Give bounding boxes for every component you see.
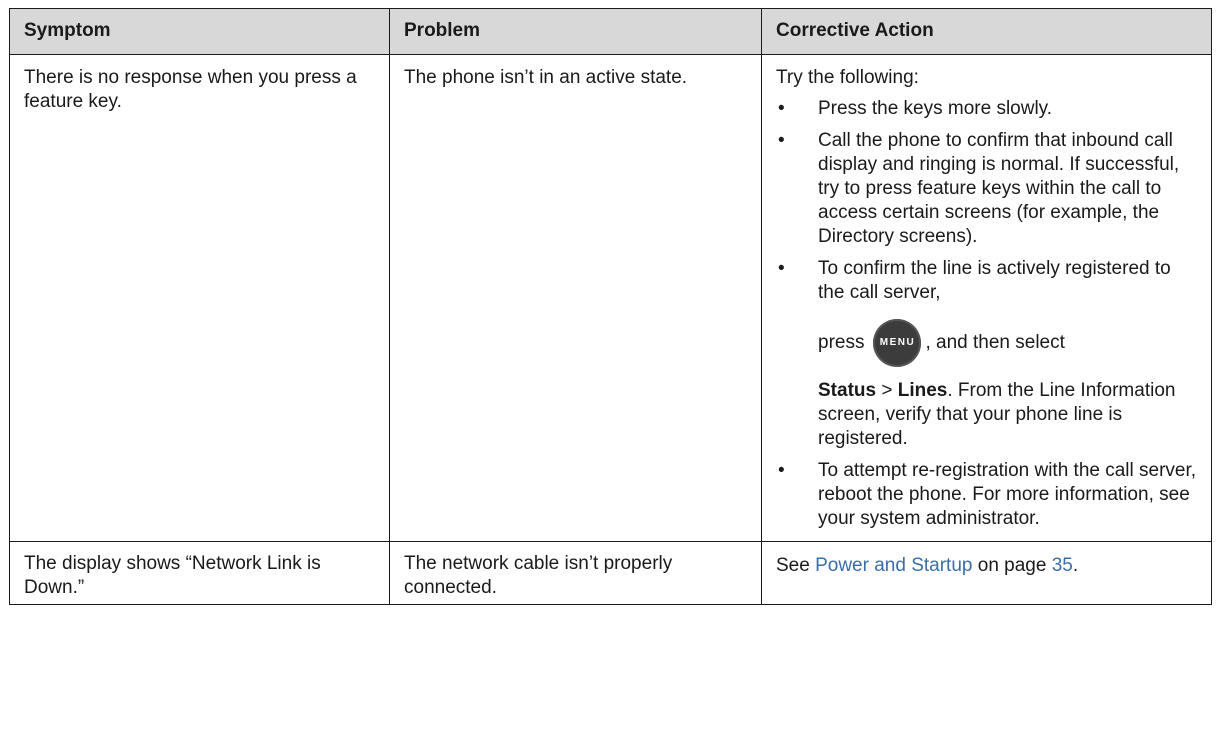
problem-cell: The network cable isn’t properly connect… [389, 541, 762, 605]
action-prefix: See [776, 555, 816, 576]
symptom-header: Symptom [9, 8, 390, 55]
bullet-icon: • [778, 258, 785, 279]
corrective-action-cell: See Power and Startup on page 35. [761, 541, 1212, 605]
action-item-text: To attempt re-registration with the call… [818, 460, 1197, 529]
press-suffix: , and then select [925, 332, 1065, 353]
lines-label: Lines [897, 380, 948, 401]
table-row: There is no response when you press a fe… [9, 54, 1212, 542]
corrective-action-header: Corrective Action [761, 8, 1212, 55]
menu-separator: > [876, 380, 898, 401]
list-item: • Press the keys more slowly. [776, 97, 1197, 121]
bullet-icon: • [778, 460, 785, 481]
list-item: • To confirm the line is actively regist… [776, 257, 1197, 451]
problem-header: Problem [389, 8, 762, 55]
problem-cell: The phone isn’t in an active state. [389, 54, 762, 542]
status-lines-instruction: Status > Lines. From the Line Informatio… [818, 379, 1197, 451]
symptom-cell: The display shows “Network Link is Down.… [9, 541, 390, 605]
corrective-action-cell: Try the following: • Press the keys more… [761, 54, 1212, 542]
symptom-cell: There is no response when you press a fe… [9, 54, 390, 542]
action-list: • Press the keys more slowly. • Call the… [776, 97, 1197, 531]
header-row: Symptom Problem Corrective Action [9, 8, 1212, 55]
bullet-icon: • [778, 130, 785, 151]
power-startup-link[interactable]: Power and Startup [815, 555, 972, 576]
action-item-text: Press the keys more slowly. [818, 98, 1053, 119]
action-intro: Try the following: [776, 67, 919, 88]
table-row: The display shows “Network Link is Down.… [9, 541, 1212, 605]
action-suffix: . [1072, 555, 1079, 576]
action-item-text: To confirm the line is actively register… [818, 258, 1171, 303]
list-item: • Call the phone to confirm that inbound… [776, 129, 1197, 249]
status-label: Status [818, 380, 877, 401]
action-middle: on page [972, 555, 1052, 576]
page-number-link[interactable]: 35 [1052, 555, 1073, 576]
action-item-text: Call the phone to confirm that inbound c… [818, 130, 1180, 247]
press-menu-line: press MENU , and then select [818, 319, 1197, 367]
menu-key-icon: MENU [873, 319, 922, 367]
list-item: • To attempt re-registration with the ca… [776, 459, 1197, 531]
troubleshooting-table: Symptom Problem Corrective Action There … [9, 8, 1212, 605]
bullet-icon: • [778, 98, 785, 119]
press-word: press [818, 332, 865, 353]
